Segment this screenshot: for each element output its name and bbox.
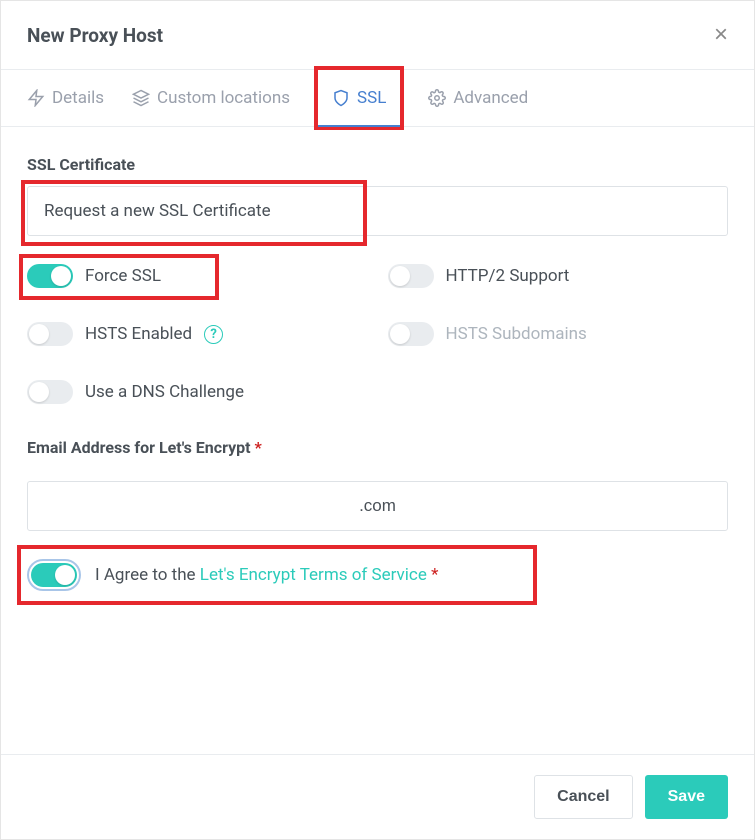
save-button[interactable]: Save [645, 775, 728, 819]
hsts-sub-row: HSTS Subdomains [388, 322, 729, 346]
layers-icon [132, 89, 150, 107]
lightning-icon [27, 89, 45, 107]
modal-title: New Proxy Host [27, 24, 163, 47]
force-ssl-label: Force SSL [85, 266, 161, 286]
tos-link[interactable]: Let's Encrypt Terms of Service [200, 565, 427, 585]
required-asterisk: * [431, 565, 438, 585]
tab-advanced[interactable]: Advanced [428, 70, 528, 126]
http2-row: HTTP/2 Support [388, 264, 729, 288]
force-ssl-row: Force SSL [27, 264, 368, 288]
tab-details[interactable]: Details [27, 70, 104, 126]
modal-body: SSL Certificate Request a new SSL Certif… [1, 127, 754, 754]
hsts-sub-toggle [388, 322, 434, 346]
toggle-grid: Force SSL HTTP/2 Support HSTS Enabled ? … [27, 264, 728, 404]
dns-row: Use a DNS Challenge [27, 380, 368, 404]
tab-label: Details [52, 88, 104, 108]
tab-custom-locations[interactable]: Custom locations [132, 70, 290, 126]
shield-icon [332, 89, 350, 107]
hsts-row: HSTS Enabled ? [27, 322, 368, 346]
email-label: Email Address for Let's Encrypt * [27, 438, 728, 457]
agree-toggle-wrap [27, 559, 81, 591]
hsts-label: HSTS Enabled [85, 324, 192, 344]
agree-text: I Agree to the Let's Encrypt Terms of Se… [95, 565, 438, 585]
force-ssl-toggle[interactable] [27, 264, 73, 288]
modal-footer: Cancel Save [1, 754, 754, 839]
email-input[interactable] [27, 481, 728, 531]
hsts-sub-label: HSTS Subdomains [446, 324, 587, 344]
ssl-cert-select[interactable]: Request a new SSL Certificate [27, 186, 728, 236]
dns-toggle[interactable] [27, 380, 73, 404]
tab-ssl[interactable]: SSL [314, 66, 404, 130]
tabs: Details Custom locations SSL Advanced [1, 69, 754, 127]
http2-toggle[interactable] [388, 264, 434, 288]
tab-label: Custom locations [157, 88, 290, 108]
tab-label: SSL [357, 88, 386, 108]
http2-label: HTTP/2 Support [446, 266, 570, 286]
close-button[interactable]: × [714, 23, 728, 47]
agree-toggle[interactable] [31, 563, 77, 587]
ssl-cert-label: SSL Certificate [27, 155, 728, 174]
cancel-button[interactable]: Cancel [534, 775, 632, 819]
required-asterisk: * [255, 438, 262, 457]
agree-row: I Agree to the Let's Encrypt Terms of Se… [27, 559, 728, 591]
hsts-toggle[interactable] [27, 322, 73, 346]
tab-label: Advanced [453, 88, 528, 108]
help-icon[interactable]: ? [204, 325, 223, 344]
gear-icon [428, 89, 446, 107]
dns-label: Use a DNS Challenge [85, 382, 244, 402]
modal-header: New Proxy Host × [1, 1, 754, 69]
new-proxy-host-modal: New Proxy Host × Details Custom location… [0, 0, 755, 840]
